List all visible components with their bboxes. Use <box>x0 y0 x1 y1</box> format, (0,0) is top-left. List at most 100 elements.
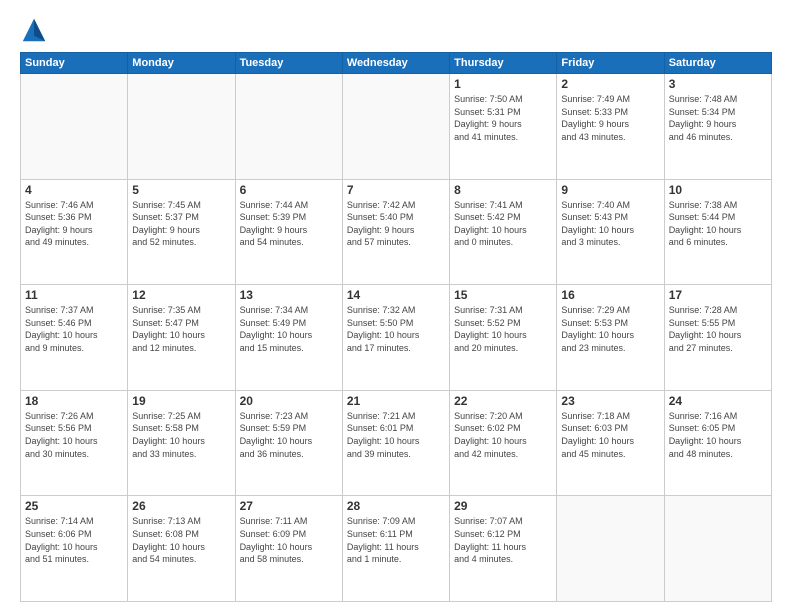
calendar-cell: 14 Sunrise: 7:32 AM Sunset: 5:50 PM Dayli… <box>342 285 449 391</box>
calendar-cell: 27Sunrise: 7:11 AM Sunset: 6:09 PM Dayli… <box>235 496 342 602</box>
day-info: Sunrise: 7:23 AM Sunset: 5:59 PM Dayligh… <box>240 410 338 460</box>
calendar-cell <box>664 496 771 602</box>
day-info: Sunrise: 7:11 AM Sunset: 6:09 PM Dayligh… <box>240 515 338 565</box>
weekday-header: Friday <box>557 53 664 74</box>
day-number: 15 <box>454 288 552 302</box>
day-number: 4 <box>25 183 123 197</box>
day-info: Sunrise: 7:14 AM Sunset: 6:06 PM Dayligh… <box>25 515 123 565</box>
day-number: 22 <box>454 394 552 408</box>
day-number: 12 <box>132 288 230 302</box>
day-number: 14 <box>347 288 445 302</box>
day-number: 3 <box>669 77 767 91</box>
calendar-cell: 23 Sunrise: 7:18 AM Sunset: 6:03 PM Dayli… <box>557 390 664 496</box>
header <box>20 16 772 44</box>
day-info: Sunrise: 7:09 AM Sunset: 6:11 PM Dayligh… <box>347 515 445 565</box>
day-info: Sunrise: 7:32 AM Sunset: 5:50 PM Dayligh… <box>347 304 445 354</box>
calendar-table: SundayMondayTuesdayWednesdayThursdayFrid… <box>20 52 772 602</box>
day-number: 24 <box>669 394 767 408</box>
calendar-cell <box>342 74 449 180</box>
day-info: Sunrise: 7:29 AM Sunset: 5:53 PM Dayligh… <box>561 304 659 354</box>
day-number: 7 <box>347 183 445 197</box>
day-number: 10 <box>669 183 767 197</box>
calendar-cell: 12 Sunrise: 7:35 AM Sunset: 5:47 PM Dayli… <box>128 285 235 391</box>
day-info: Sunrise: 7:48 AM Sunset: 5:34 PM Dayligh… <box>669 93 767 143</box>
calendar-cell: 13 Sunrise: 7:34 AM Sunset: 5:49 PM Dayli… <box>235 285 342 391</box>
calendar-cell: 18Sunrise: 7:26 AM Sunset: 5:56 PM Dayli… <box>21 390 128 496</box>
day-info: Sunrise: 7:28 AM Sunset: 5:55 PM Dayligh… <box>669 304 767 354</box>
calendar-cell: 17 Sunrise: 7:28 AM Sunset: 5:55 PM Dayli… <box>664 285 771 391</box>
calendar-cell <box>21 74 128 180</box>
day-info: Sunrise: 7:34 AM Sunset: 5:49 PM Dayligh… <box>240 304 338 354</box>
day-number: 2 <box>561 77 659 91</box>
calendar-week-row: 25 Sunrise: 7:14 AM Sunset: 6:06 PM Dayli… <box>21 496 772 602</box>
calendar-cell: 25 Sunrise: 7:14 AM Sunset: 6:06 PM Dayli… <box>21 496 128 602</box>
day-number: 23 <box>561 394 659 408</box>
day-info: Sunrise: 7:16 AM Sunset: 6:05 PM Dayligh… <box>669 410 767 460</box>
day-info: Sunrise: 7:50 AM Sunset: 5:31 PM Dayligh… <box>454 93 552 143</box>
calendar-cell <box>235 74 342 180</box>
day-info: Sunrise: 7:41 AM Sunset: 5:42 PM Dayligh… <box>454 199 552 249</box>
calendar-cell: 22 Sunrise: 7:20 AM Sunset: 6:02 PM Dayli… <box>450 390 557 496</box>
day-number: 17 <box>669 288 767 302</box>
calendar-cell: 16 Sunrise: 7:29 AM Sunset: 5:53 PM Dayli… <box>557 285 664 391</box>
day-info: Sunrise: 7:46 AM Sunset: 5:36 PM Dayligh… <box>25 199 123 249</box>
calendar-cell: 24 Sunrise: 7:16 AM Sunset: 6:05 PM Dayli… <box>664 390 771 496</box>
day-number: 1 <box>454 77 552 91</box>
day-info: Sunrise: 7:42 AM Sunset: 5:40 PM Dayligh… <box>347 199 445 249</box>
day-number: 18 <box>25 394 123 408</box>
calendar-cell: 20 Sunrise: 7:23 AM Sunset: 5:59 PM Dayli… <box>235 390 342 496</box>
calendar-cell: 21 Sunrise: 7:21 AM Sunset: 6:01 PM Dayli… <box>342 390 449 496</box>
calendar-cell: 10 Sunrise: 7:38 AM Sunset: 5:44 PM Dayli… <box>664 179 771 285</box>
calendar-week-row: 18Sunrise: 7:26 AM Sunset: 5:56 PM Dayli… <box>21 390 772 496</box>
weekday-header: Thursday <box>450 53 557 74</box>
calendar-cell <box>557 496 664 602</box>
calendar-cell: 15 Sunrise: 7:31 AM Sunset: 5:52 PM Dayli… <box>450 285 557 391</box>
calendar-week-row: 1 Sunrise: 7:50 AM Sunset: 5:31 PM Daylig… <box>21 74 772 180</box>
day-info: Sunrise: 7:31 AM Sunset: 5:52 PM Dayligh… <box>454 304 552 354</box>
day-info: Sunrise: 7:44 AM Sunset: 5:39 PM Dayligh… <box>240 199 338 249</box>
day-number: 21 <box>347 394 445 408</box>
calendar-cell: 28Sunrise: 7:09 AM Sunset: 6:11 PM Dayli… <box>342 496 449 602</box>
day-number: 26 <box>132 499 230 513</box>
calendar-cell: 9Sunrise: 7:40 AM Sunset: 5:43 PM Daylig… <box>557 179 664 285</box>
weekday-header: Sunday <box>21 53 128 74</box>
day-number: 13 <box>240 288 338 302</box>
day-number: 6 <box>240 183 338 197</box>
day-number: 29 <box>454 499 552 513</box>
day-info: Sunrise: 7:45 AM Sunset: 5:37 PM Dayligh… <box>132 199 230 249</box>
day-info: Sunrise: 7:20 AM Sunset: 6:02 PM Dayligh… <box>454 410 552 460</box>
logo-icon <box>20 16 48 44</box>
day-info: Sunrise: 7:21 AM Sunset: 6:01 PM Dayligh… <box>347 410 445 460</box>
calendar-cell: 3 Sunrise: 7:48 AM Sunset: 5:34 PM Daylig… <box>664 74 771 180</box>
day-number: 25 <box>25 499 123 513</box>
weekday-header: Monday <box>128 53 235 74</box>
day-info: Sunrise: 7:35 AM Sunset: 5:47 PM Dayligh… <box>132 304 230 354</box>
calendar-week-row: 11 Sunrise: 7:37 AM Sunset: 5:46 PM Dayli… <box>21 285 772 391</box>
calendar-cell: 2 Sunrise: 7:49 AM Sunset: 5:33 PM Daylig… <box>557 74 664 180</box>
day-info: Sunrise: 7:07 AM Sunset: 6:12 PM Dayligh… <box>454 515 552 565</box>
day-number: 16 <box>561 288 659 302</box>
weekday-header-row: SundayMondayTuesdayWednesdayThursdayFrid… <box>21 53 772 74</box>
calendar-cell: 5Sunrise: 7:45 AM Sunset: 5:37 PM Daylig… <box>128 179 235 285</box>
calendar-week-row: 4 Sunrise: 7:46 AM Sunset: 5:36 PM Daylig… <box>21 179 772 285</box>
day-number: 19 <box>132 394 230 408</box>
day-info: Sunrise: 7:40 AM Sunset: 5:43 PM Dayligh… <box>561 199 659 249</box>
calendar-cell: 29 Sunrise: 7:07 AM Sunset: 6:12 PM Dayli… <box>450 496 557 602</box>
calendar-cell: 26 Sunrise: 7:13 AM Sunset: 6:08 PM Dayli… <box>128 496 235 602</box>
calendar-cell: 11 Sunrise: 7:37 AM Sunset: 5:46 PM Dayli… <box>21 285 128 391</box>
calendar-cell: 19Sunrise: 7:25 AM Sunset: 5:58 PM Dayli… <box>128 390 235 496</box>
day-info: Sunrise: 7:13 AM Sunset: 6:08 PM Dayligh… <box>132 515 230 565</box>
day-number: 8 <box>454 183 552 197</box>
calendar-cell: 6 Sunrise: 7:44 AM Sunset: 5:39 PM Daylig… <box>235 179 342 285</box>
day-number: 11 <box>25 288 123 302</box>
day-info: Sunrise: 7:37 AM Sunset: 5:46 PM Dayligh… <box>25 304 123 354</box>
calendar-cell <box>128 74 235 180</box>
day-info: Sunrise: 7:49 AM Sunset: 5:33 PM Dayligh… <box>561 93 659 143</box>
page: SundayMondayTuesdayWednesdayThursdayFrid… <box>0 0 792 612</box>
weekday-header: Wednesday <box>342 53 449 74</box>
day-number: 20 <box>240 394 338 408</box>
calendar-cell: 7 Sunrise: 7:42 AM Sunset: 5:40 PM Daylig… <box>342 179 449 285</box>
day-info: Sunrise: 7:38 AM Sunset: 5:44 PM Dayligh… <box>669 199 767 249</box>
calendar-cell: 8 Sunrise: 7:41 AM Sunset: 5:42 PM Daylig… <box>450 179 557 285</box>
day-info: Sunrise: 7:18 AM Sunset: 6:03 PM Dayligh… <box>561 410 659 460</box>
